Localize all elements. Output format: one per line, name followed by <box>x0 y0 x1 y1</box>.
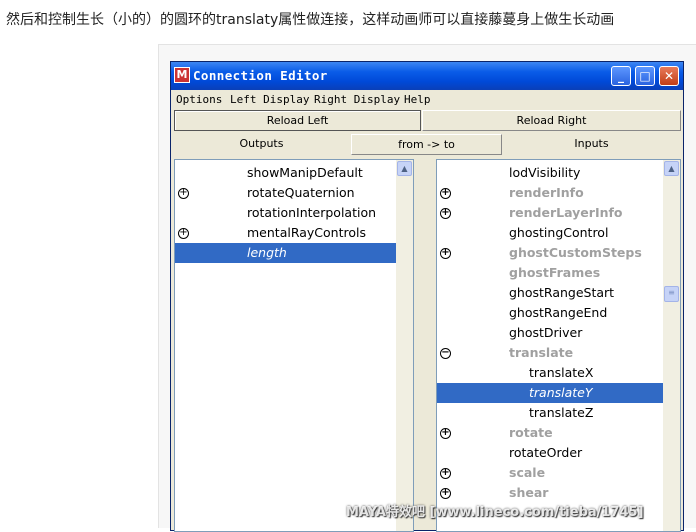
list-item[interactable]: + scale <box>437 463 663 483</box>
menu-right-display[interactable]: Right Display <box>314 93 400 106</box>
list-item-label: mentalRayControls <box>247 225 366 240</box>
list-item[interactable]: ghostingControl <box>437 223 663 243</box>
minimize-icon[interactable]: _ <box>611 66 631 86</box>
reload-left-button[interactable]: Reload Left <box>174 110 421 131</box>
list-item-label: translate <box>509 345 574 360</box>
list-item[interactable]: + shear <box>437 483 663 503</box>
list-item-label: ghostingControl <box>509 225 609 240</box>
list-item-label: ghostRangeEnd <box>509 305 608 320</box>
collapse-icon[interactable]: − <box>440 348 451 359</box>
list-item[interactable]: length <box>175 243 413 263</box>
scroll-up-icon[interactable]: ▲ <box>664 161 679 176</box>
expand-icon[interactable]: + <box>178 228 189 239</box>
list-item-label: shear <box>509 485 549 500</box>
menu-options[interactable]: Options <box>176 93 222 106</box>
list-item-label: rotate <box>509 425 553 440</box>
scroll-thumb[interactable]: ≡ <box>664 286 679 302</box>
list-item-label: scale <box>509 465 546 480</box>
list-item-label: translateY <box>529 385 593 400</box>
outputs-scrollbar[interactable]: ▲ <box>396 160 413 531</box>
connection-editor-window: M Connection Editor _ □ ✕ Options Left D… <box>170 61 684 532</box>
inputs-list[interactable]: + shear + scale rotateOrder + rotate translateZ… <box>436 159 681 532</box>
list-item-label: ghostCustomSteps <box>509 245 642 260</box>
list-item[interactable]: + renderLayerInfo <box>437 203 663 223</box>
list-item-label: lodVisibility <box>509 165 581 180</box>
menu-bar: Options Left Display Right Display Help <box>171 90 683 110</box>
list-item-label: translateZ <box>529 405 594 420</box>
list-item-label: ghostRangeStart <box>509 285 615 300</box>
menu-left-display[interactable]: Left Display <box>230 93 309 106</box>
reload-right-button[interactable]: Reload Right <box>422 110 681 131</box>
list-item-label: renderLayerInfo <box>509 205 623 220</box>
list-item[interactable]: ghostRangeStart <box>437 283 663 303</box>
list-item[interactable]: + rotateQuaternion <box>175 183 413 203</box>
window-title: Connection Editor <box>193 68 328 83</box>
list-item[interactable]: showManipDefault <box>175 163 413 183</box>
list-item[interactable]: translateY <box>437 383 663 403</box>
expand-icon[interactable]: + <box>178 188 189 199</box>
maya-app-icon: M <box>174 67 190 83</box>
caption-text: 然后和控制生长（小的）的圆环的translaty属性做连接，这样动画师可以直接藤… <box>6 12 615 28</box>
close-icon[interactable]: ✕ <box>659 66 679 86</box>
list-item-label: ghostFrames <box>509 265 601 280</box>
title-bar[interactable]: M Connection Editor _ □ ✕ <box>171 62 683 90</box>
list-item-label: length <box>247 245 287 260</box>
list-item-label: showManipDefault <box>247 165 363 180</box>
outputs-list[interactable]: length + mentalRayControls rotationInterpol… <box>174 159 414 532</box>
expand-icon[interactable]: + <box>440 428 451 439</box>
list-item[interactable]: + ghostCustomSteps <box>437 243 663 263</box>
list-item-label: renderInfo <box>509 185 584 200</box>
list-item[interactable]: ghostFrames <box>437 263 663 283</box>
list-item[interactable]: + rotate <box>437 423 663 443</box>
list-item[interactable]: ghostDriver <box>437 323 663 343</box>
list-item-label: translateX <box>529 365 594 380</box>
menu-help[interactable]: Help <box>404 93 431 106</box>
watermark: MAYA特效吧 [www.lineco.com/tieba/1745] <box>346 505 644 520</box>
scroll-up-icon[interactable]: ▲ <box>397 161 412 176</box>
expand-icon[interactable]: + <box>440 488 451 499</box>
list-item[interactable]: + mentalRayControls <box>175 223 413 243</box>
inputs-header: Inputs <box>502 134 681 155</box>
list-item-label: rotationInterpolation <box>247 205 377 220</box>
list-item[interactable]: rotateOrder <box>437 443 663 463</box>
list-item[interactable]: rotationInterpolation <box>175 203 413 223</box>
maximize-icon[interactable]: □ <box>635 66 655 86</box>
inputs-scrollbar[interactable]: ▲ ≡ <box>663 160 680 531</box>
direction-toggle-button[interactable]: from -> to <box>351 134 502 155</box>
list-item[interactable]: translateX <box>437 363 663 383</box>
list-item[interactable]: translateZ <box>437 403 663 423</box>
list-item[interactable]: − translate <box>437 343 663 363</box>
list-item-label: rotateOrder <box>509 445 583 460</box>
expand-icon[interactable]: + <box>440 468 451 479</box>
expand-icon[interactable]: + <box>440 208 451 219</box>
list-item[interactable]: ghostRangeEnd <box>437 303 663 323</box>
expand-icon[interactable]: + <box>440 248 451 259</box>
list-item[interactable]: + renderInfo <box>437 183 663 203</box>
list-item-label: rotateQuaternion <box>247 185 355 200</box>
outputs-header: Outputs <box>174 134 349 155</box>
expand-icon[interactable]: + <box>440 188 451 199</box>
list-item[interactable]: lodVisibility <box>437 163 663 183</box>
list-item-label: ghostDriver <box>509 325 583 340</box>
